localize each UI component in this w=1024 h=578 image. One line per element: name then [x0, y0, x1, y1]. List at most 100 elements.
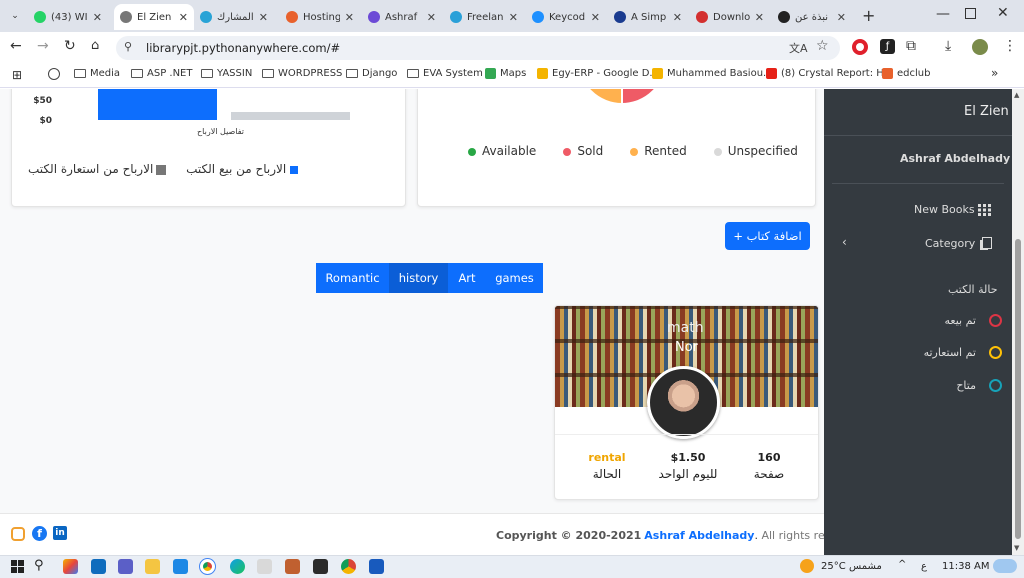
copyright-author-link[interactable]: Ashraf Abdelhady: [644, 529, 754, 542]
linkedin-icon[interactable]: in: [53, 526, 67, 540]
bookmark-item[interactable]: Egy-ERP - Google D...: [537, 68, 659, 79]
chevron-up-icon[interactable]: ^: [898, 559, 906, 570]
tab-close-icon[interactable]: ✕: [755, 11, 764, 24]
tab-close-icon[interactable]: ✕: [591, 11, 600, 24]
font-extension-icon[interactable]: ƒ: [880, 39, 895, 54]
pie-slice-sold[interactable]: [621, 89, 666, 106]
taskbar-vscode-icon[interactable]: [173, 559, 188, 574]
bookmark-item[interactable]: Muhammed Basiou...: [652, 68, 773, 79]
weather-temp[interactable]: 25°C: [821, 561, 846, 572]
tab-5[interactable]: Freelan ✕: [444, 4, 524, 30]
start-icon[interactable]: [11, 560, 24, 573]
weather-label[interactable]: مشمس: [849, 561, 882, 572]
pie-legend-item[interactable]: Rented: [630, 144, 687, 158]
taskbar-word-icon[interactable]: [369, 559, 384, 574]
scrollbar-thumb[interactable]: [1015, 239, 1021, 539]
back-icon[interactable]: ←: [10, 38, 22, 54]
bookmark-item[interactable]: YASSIN: [201, 68, 252, 79]
bar-rent[interactable]: [231, 112, 350, 120]
status-filter-item[interactable]: تم استعارته: [904, 345, 1004, 361]
taskbar-chrome-icon[interactable]: [199, 558, 216, 575]
bookmark-star-icon[interactable]: ☆: [816, 38, 829, 54]
taskbar-outlook-icon[interactable]: [91, 559, 106, 574]
restore-button[interactable]: [965, 8, 976, 19]
site-info-icon[interactable]: ⚲: [124, 40, 132, 53]
search-icon[interactable]: ⚲: [34, 558, 44, 573]
download-icon[interactable]: ⤓: [945, 38, 951, 54]
tab-close-icon[interactable]: ✕: [259, 11, 268, 24]
taskbar-app-1-icon[interactable]: [63, 559, 78, 574]
tab-7[interactable]: A Simp ✕: [608, 4, 688, 30]
category-button-history[interactable]: history: [389, 263, 448, 293]
weather-icon[interactable]: [800, 559, 814, 573]
sidebar-brand[interactable]: El Zien: [964, 104, 1009, 119]
scroll-up-arrow[interactable]: ▲: [1014, 91, 1019, 99]
new-tab-button[interactable]: +: [862, 6, 875, 25]
tab-close-icon[interactable]: ✕: [427, 11, 436, 24]
tab-4[interactable]: Ashraf ✕: [362, 4, 442, 30]
pie-legend-item[interactable]: Sold: [563, 144, 603, 158]
tab-close-icon[interactable]: ✕: [509, 11, 518, 24]
tab-close-icon[interactable]: ✕: [837, 11, 846, 24]
close-window-button[interactable]: ✕: [997, 5, 1009, 21]
opera-icon[interactable]: [852, 39, 868, 55]
minimize-button[interactable]: —: [936, 6, 950, 22]
tab-8[interactable]: Downlo ✕: [690, 4, 770, 30]
reload-icon[interactable]: ↻: [64, 38, 76, 54]
apps-grid-icon[interactable]: ⊞: [12, 68, 22, 82]
bookmark-item[interactable]: Maps: [485, 68, 526, 79]
translate-icon[interactable]: 文A: [789, 40, 808, 56]
language-indicator[interactable]: ع: [921, 561, 927, 572]
tab-search-button[interactable]: ⌄: [7, 8, 23, 24]
pie-slice-rented[interactable]: [578, 89, 623, 106]
taskbar-app-9-icon[interactable]: [285, 559, 300, 574]
extensions-puzzle-icon[interactable]: ⧉: [906, 38, 916, 54]
category-button-art[interactable]: Art: [448, 263, 486, 293]
bookmarks-overflow-icon[interactable]: »: [991, 66, 998, 80]
scroll-down-arrow[interactable]: ▼: [1014, 544, 1019, 552]
tab-6[interactable]: Keycod ✕: [526, 4, 606, 30]
page-scrollbar[interactable]: ▲ ▼: [1012, 89, 1024, 555]
sidebar-user-name[interactable]: Ashraf Abdelhady: [900, 152, 1010, 165]
status-filter-item[interactable]: متاح: [904, 378, 1004, 394]
bookmark-item[interactable]: (8) Crystal Report: H...: [766, 68, 893, 79]
profile-avatar[interactable]: [972, 39, 988, 55]
bookmark-item[interactable]: ASP .NET: [131, 68, 192, 79]
bar-sell[interactable]: [98, 89, 217, 120]
bookmark-item[interactable]: WORDPRESS: [262, 68, 342, 79]
globe-icon[interactable]: [48, 68, 60, 80]
menu-icon[interactable]: ⋮: [1003, 38, 1017, 54]
taskbar-chrome2-icon[interactable]: [341, 559, 356, 574]
category-button-romantic[interactable]: Romantic: [316, 263, 389, 293]
taskbar-explorer-icon[interactable]: [145, 559, 160, 574]
tab-close-icon[interactable]: ✕: [93, 11, 102, 24]
clock-time[interactable]: 11:38 AM: [942, 561, 989, 572]
taskbar-app-8-icon[interactable]: [257, 559, 272, 574]
forward-icon[interactable]: →: [37, 38, 49, 54]
omnibox[interactable]: ⚲ librarypjt.pythonanywhere.com/# 文A ☆: [116, 36, 840, 60]
add-book-button[interactable]: + اضافة كتاب: [725, 222, 810, 250]
facebook-icon[interactable]: f: [32, 526, 47, 541]
taskbar-terminal-icon[interactable]: [313, 559, 328, 574]
taskbar-teams-icon[interactable]: [118, 559, 133, 574]
tab-9[interactable]: نبذة عن ✕: [772, 4, 852, 30]
bookmark-item[interactable]: edclub: [882, 68, 930, 79]
status-filter-item[interactable]: تم بيعه: [904, 313, 1004, 329]
tab-close-icon[interactable]: ✕: [179, 11, 188, 24]
bookmark-item[interactable]: EVA System: [407, 68, 483, 79]
book-card[interactable]: math Nor rental الحالة $1.50 لليوم الواح…: [554, 305, 819, 500]
pie-legend-item[interactable]: Unspecified: [713, 144, 798, 158]
pie-legend-item[interactable]: Available: [468, 144, 536, 158]
sidebar-item-category[interactable]: ‹ Category: [838, 235, 1004, 252]
bookmark-item[interactable]: Media: [74, 68, 120, 79]
tab-0[interactable]: (43) WI ✕: [28, 4, 108, 30]
bookmark-item[interactable]: Django: [346, 68, 397, 79]
home-icon[interactable]: ⌂: [91, 38, 99, 53]
notification-badge[interactable]: [993, 559, 1017, 573]
tab-close-icon[interactable]: ✕: [345, 11, 354, 24]
tab-3[interactable]: Hosting ✕: [280, 4, 360, 30]
tab-2[interactable]: المشارك ✕: [194, 4, 274, 30]
taskbar-edge-icon[interactable]: [230, 559, 245, 574]
tab-close-icon[interactable]: ✕: [673, 11, 682, 24]
sidebar-item-new-books[interactable]: New Books: [912, 203, 1002, 219]
